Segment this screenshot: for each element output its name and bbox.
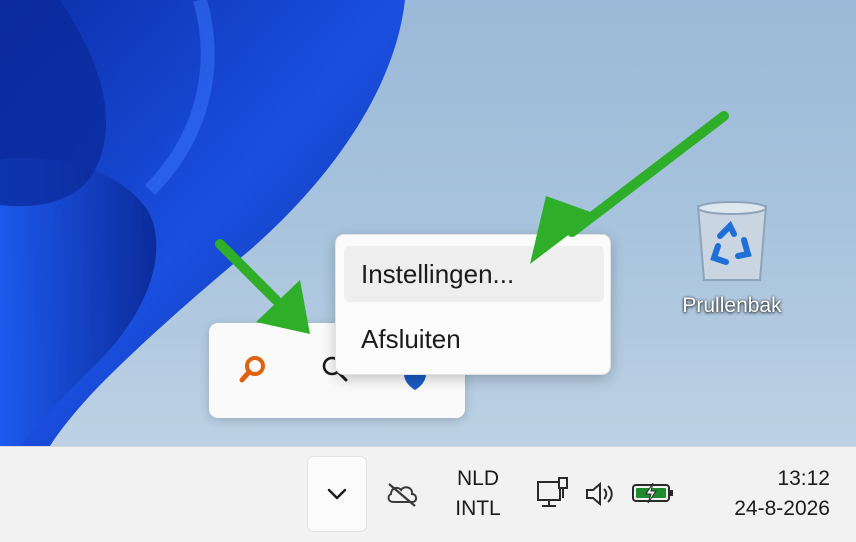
chevron-down-icon	[327, 488, 347, 500]
recycle-bin[interactable]: Prullenbak	[672, 196, 792, 326]
clock-time: 13:12	[777, 467, 830, 490]
desktop: Instellingen... Afsluiten Prullenbak	[0, 0, 856, 446]
keyboard-layout: INTL	[455, 497, 501, 520]
context-menu: Instellingen... Afsluiten	[335, 234, 611, 375]
everything-search-icon[interactable]	[235, 351, 271, 387]
clock-date: 24-8-2026	[734, 497, 830, 520]
recycle-bin-icon	[696, 201, 768, 281]
taskbar: NLD INTL 13:12 24-8-2026	[0, 446, 856, 542]
volume-icon[interactable]	[582, 479, 618, 509]
menu-item-settings[interactable]: Instellingen...	[344, 246, 604, 302]
menu-item-settings-label: Instellingen...	[361, 258, 515, 289]
recycle-bin-label: Prullenbak	[682, 294, 782, 317]
battery-charging-icon[interactable]	[630, 479, 676, 507]
onedrive-offline-icon[interactable]	[382, 477, 422, 511]
language-indicator[interactable]: NLD INTL	[448, 464, 508, 524]
network-icon[interactable]	[533, 475, 571, 511]
language-code: NLD	[456, 467, 499, 490]
show-hidden-icons-button[interactable]	[307, 456, 367, 532]
menu-item-exit[interactable]: Afsluiten	[344, 311, 604, 367]
menu-item-exit-label: Afsluiten	[361, 323, 461, 354]
clock[interactable]: 13:12 24-8-2026	[690, 464, 830, 524]
